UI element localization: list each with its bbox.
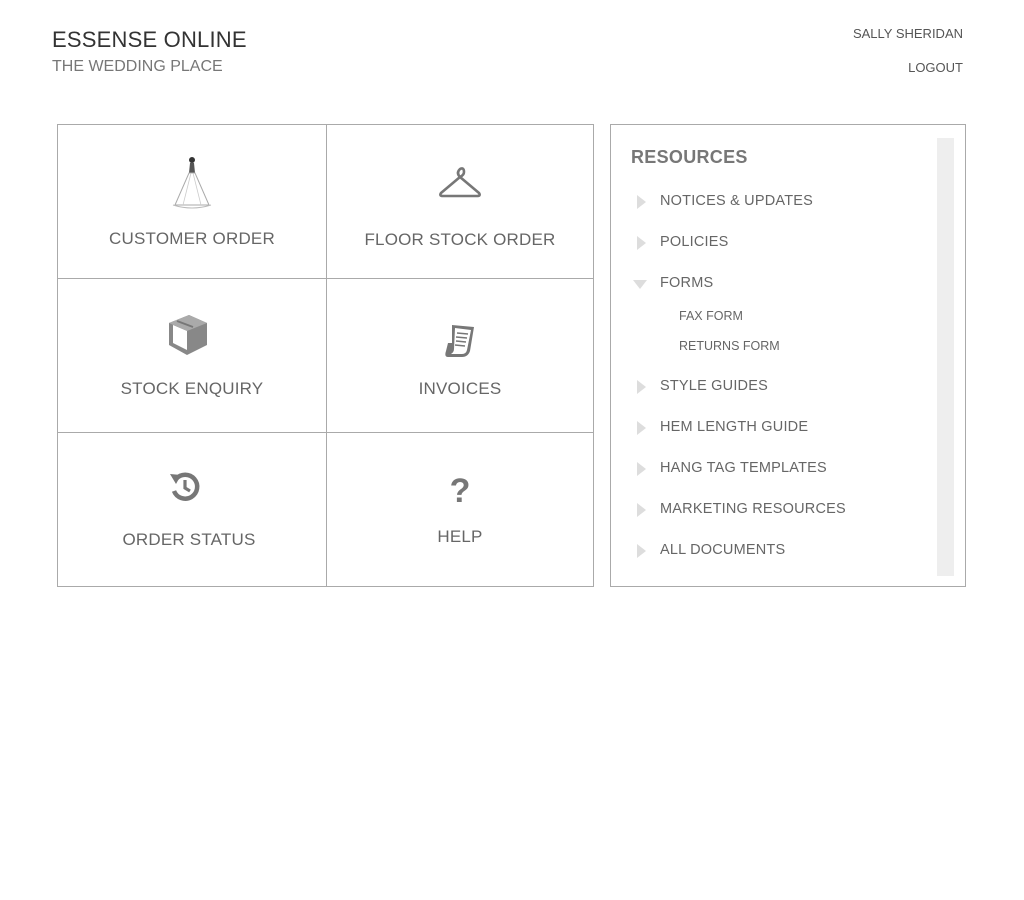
expand-arrow-icon bbox=[637, 421, 646, 435]
expand-arrow-icon bbox=[637, 503, 646, 517]
brand-subtitle: THE WEDDING PLACE bbox=[52, 58, 223, 75]
expand-arrow-icon bbox=[637, 380, 646, 394]
resources-panel: RESOURCES NOTICES & UPDATES POLICIES FOR… bbox=[610, 124, 966, 587]
floor-stock-order-tile[interactable]: FLOOR STOCK ORDER bbox=[326, 125, 593, 279]
invoices-label: INVOICES bbox=[418, 379, 502, 398]
collapse-arrow-icon bbox=[633, 280, 647, 289]
customer-order-label: CUSTOMER ORDER bbox=[109, 229, 275, 248]
resource-label: NOTICES & UPDATES bbox=[660, 193, 813, 209]
invoice-icon bbox=[442, 323, 478, 364]
order-status-tile[interactable]: ORDER STATUS bbox=[58, 433, 326, 586]
dashboard-grid: CUSTOMER ORDER FLOOR STOCK ORDER STOCK E… bbox=[57, 124, 594, 587]
user-name: SALLY SHERIDAN bbox=[852, 26, 963, 41]
resource-label: HANG TAG TEMPLATES bbox=[660, 460, 827, 476]
expand-arrow-icon bbox=[637, 195, 646, 209]
expand-arrow-icon bbox=[637, 462, 646, 476]
resource-returns-form[interactable]: RETURNS FORM bbox=[679, 339, 780, 353]
logout-link[interactable]: LOGOUT bbox=[908, 60, 963, 75]
order-status-label: ORDER STATUS bbox=[122, 530, 256, 549]
box-icon bbox=[165, 313, 211, 362]
resource-label: MARKETING RESOURCES bbox=[660, 501, 846, 517]
brand-title: ESSENSE ONLINE bbox=[52, 27, 247, 52]
floor-stock-order-label: FLOOR STOCK ORDER bbox=[364, 230, 556, 249]
bride-icon bbox=[169, 155, 215, 214]
resources-title: RESOURCES bbox=[631, 147, 748, 167]
stock-enquiry-label: STOCK ENQUIRY bbox=[120, 379, 264, 398]
resource-label: ALL DOCUMENTS bbox=[660, 542, 786, 558]
resources-scrollbar[interactable] bbox=[937, 138, 954, 576]
expand-arrow-icon bbox=[637, 236, 646, 250]
resource-fax-form[interactable]: FAX FORM bbox=[679, 309, 743, 323]
expand-arrow-icon bbox=[637, 544, 646, 558]
resource-label: STYLE GUIDES bbox=[660, 378, 768, 394]
help-label: HELP bbox=[437, 527, 483, 546]
customer-order-tile[interactable]: CUSTOMER ORDER bbox=[58, 125, 326, 279]
hanger-icon bbox=[439, 167, 481, 204]
question-icon: ? bbox=[449, 472, 471, 510]
resource-label: HEM LENGTH GUIDE bbox=[660, 419, 809, 435]
stock-enquiry-tile[interactable]: STOCK ENQUIRY bbox=[58, 279, 326, 433]
history-icon bbox=[167, 469, 203, 510]
resource-label: POLICIES bbox=[660, 234, 729, 250]
invoices-tile[interactable]: INVOICES bbox=[326, 279, 593, 433]
help-tile[interactable]: ? HELP bbox=[326, 433, 593, 586]
resource-label: FORMS bbox=[660, 275, 714, 291]
